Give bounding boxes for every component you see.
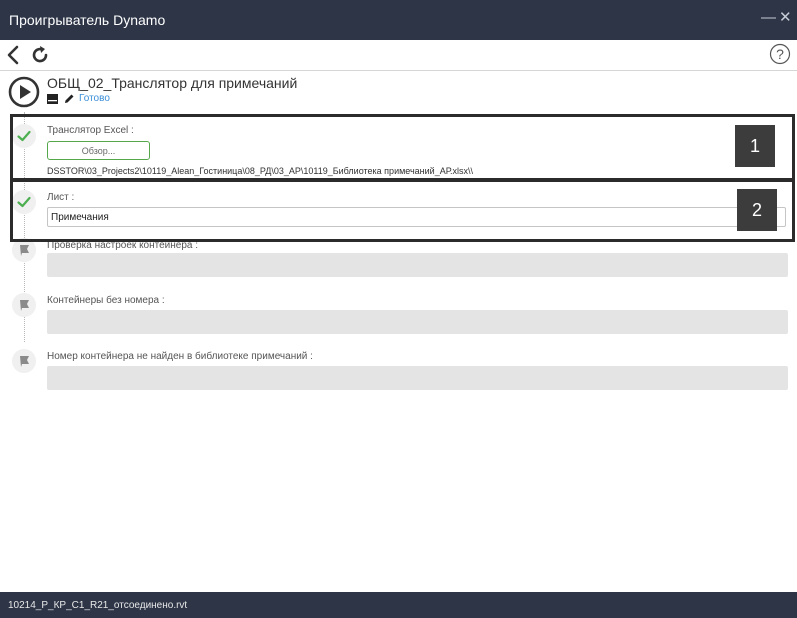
flag-icon — [12, 293, 36, 317]
status-text: Готово — [79, 93, 110, 104]
toolbar: ? — [0, 40, 797, 71]
callout-badge-1: 1 — [735, 125, 775, 167]
callout-badge-2: 2 — [737, 189, 777, 231]
graph-header: ОБЩ_02_Транслятор для примечаний Готово — [0, 71, 797, 111]
close-icon[interactable]: ✕ — [779, 9, 792, 27]
status-bar: 10214_Р_КР_С1_R21_отсоединено.rvt — [0, 592, 797, 618]
play-icon[interactable] — [8, 76, 40, 113]
callout-frame-1 — [10, 114, 795, 181]
document-icon[interactable] — [47, 92, 59, 110]
output-box — [47, 253, 788, 277]
document-name: 10214_Р_КР_С1_R21_отсоединено.rvt — [8, 600, 188, 611]
title-bar: Проигрыватель Dynamo — ✕ — [0, 0, 797, 40]
flag-icon — [12, 349, 36, 373]
output-box — [47, 310, 788, 334]
svg-text:?: ? — [776, 46, 784, 62]
window-title: Проигрыватель Dynamo — [9, 12, 166, 28]
callout-frame-2 — [10, 179, 795, 242]
chevron-left-icon[interactable] — [6, 45, 20, 70]
step-not-found: Номер контейнера не найден в библиотеке … — [0, 348, 797, 392]
step-container-check: Проверка настроек контейнера : — [0, 238, 797, 280]
refresh-icon[interactable] — [30, 45, 50, 70]
step-label: Номер контейнера не найден в библиотеке … — [47, 351, 313, 362]
step-unnumbered: Контейнеры без номера : — [0, 292, 797, 336]
output-box — [47, 366, 788, 390]
step-label: Контейнеры без номера : — [47, 295, 165, 306]
minimize-icon[interactable]: — — [761, 9, 776, 27]
pencil-icon[interactable] — [63, 92, 75, 110]
graph-title: ОБЩ_02_Транслятор для примечаний — [47, 75, 298, 91]
help-icon[interactable]: ? — [769, 43, 791, 70]
